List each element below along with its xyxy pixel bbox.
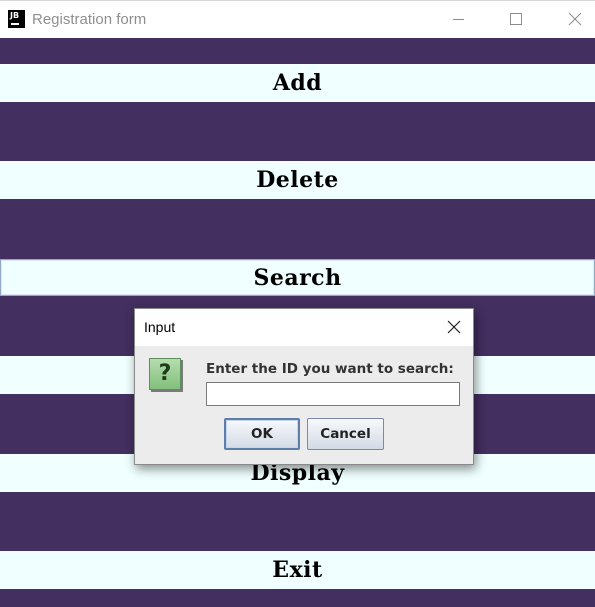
app-icon-text: JB [10, 11, 20, 20]
minimize-button[interactable] [435, 1, 481, 38]
add-button[interactable]: Add [0, 64, 595, 102]
ok-button[interactable]: OK [224, 418, 300, 450]
minimize-icon [453, 19, 464, 20]
search-id-input[interactable] [206, 382, 460, 406]
question-icon: ? [149, 358, 181, 390]
dialog-close-button[interactable] [437, 309, 471, 345]
dialog-title: Input [144, 319, 176, 335]
exit-button[interactable]: Exit [0, 551, 595, 589]
jetbrains-icon: JB [8, 10, 25, 28]
cancel-button[interactable]: Cancel [307, 418, 384, 450]
dialog-prompt: Enter the ID you want to search: [206, 361, 454, 377]
close-button[interactable] [551, 1, 595, 38]
dialog-titlebar: Input [135, 309, 473, 346]
close-icon [568, 12, 582, 26]
close-icon [447, 320, 461, 334]
delete-button[interactable]: Delete [0, 161, 595, 199]
window-title: Registration form [32, 11, 147, 28]
maximize-icon [510, 13, 522, 25]
maximize-button[interactable] [493, 1, 539, 38]
search-button[interactable]: Search [0, 259, 595, 296]
window-titlebar: JB Registration form [0, 0, 595, 38]
input-dialog: Input ? Enter the ID you want to search:… [134, 308, 474, 465]
